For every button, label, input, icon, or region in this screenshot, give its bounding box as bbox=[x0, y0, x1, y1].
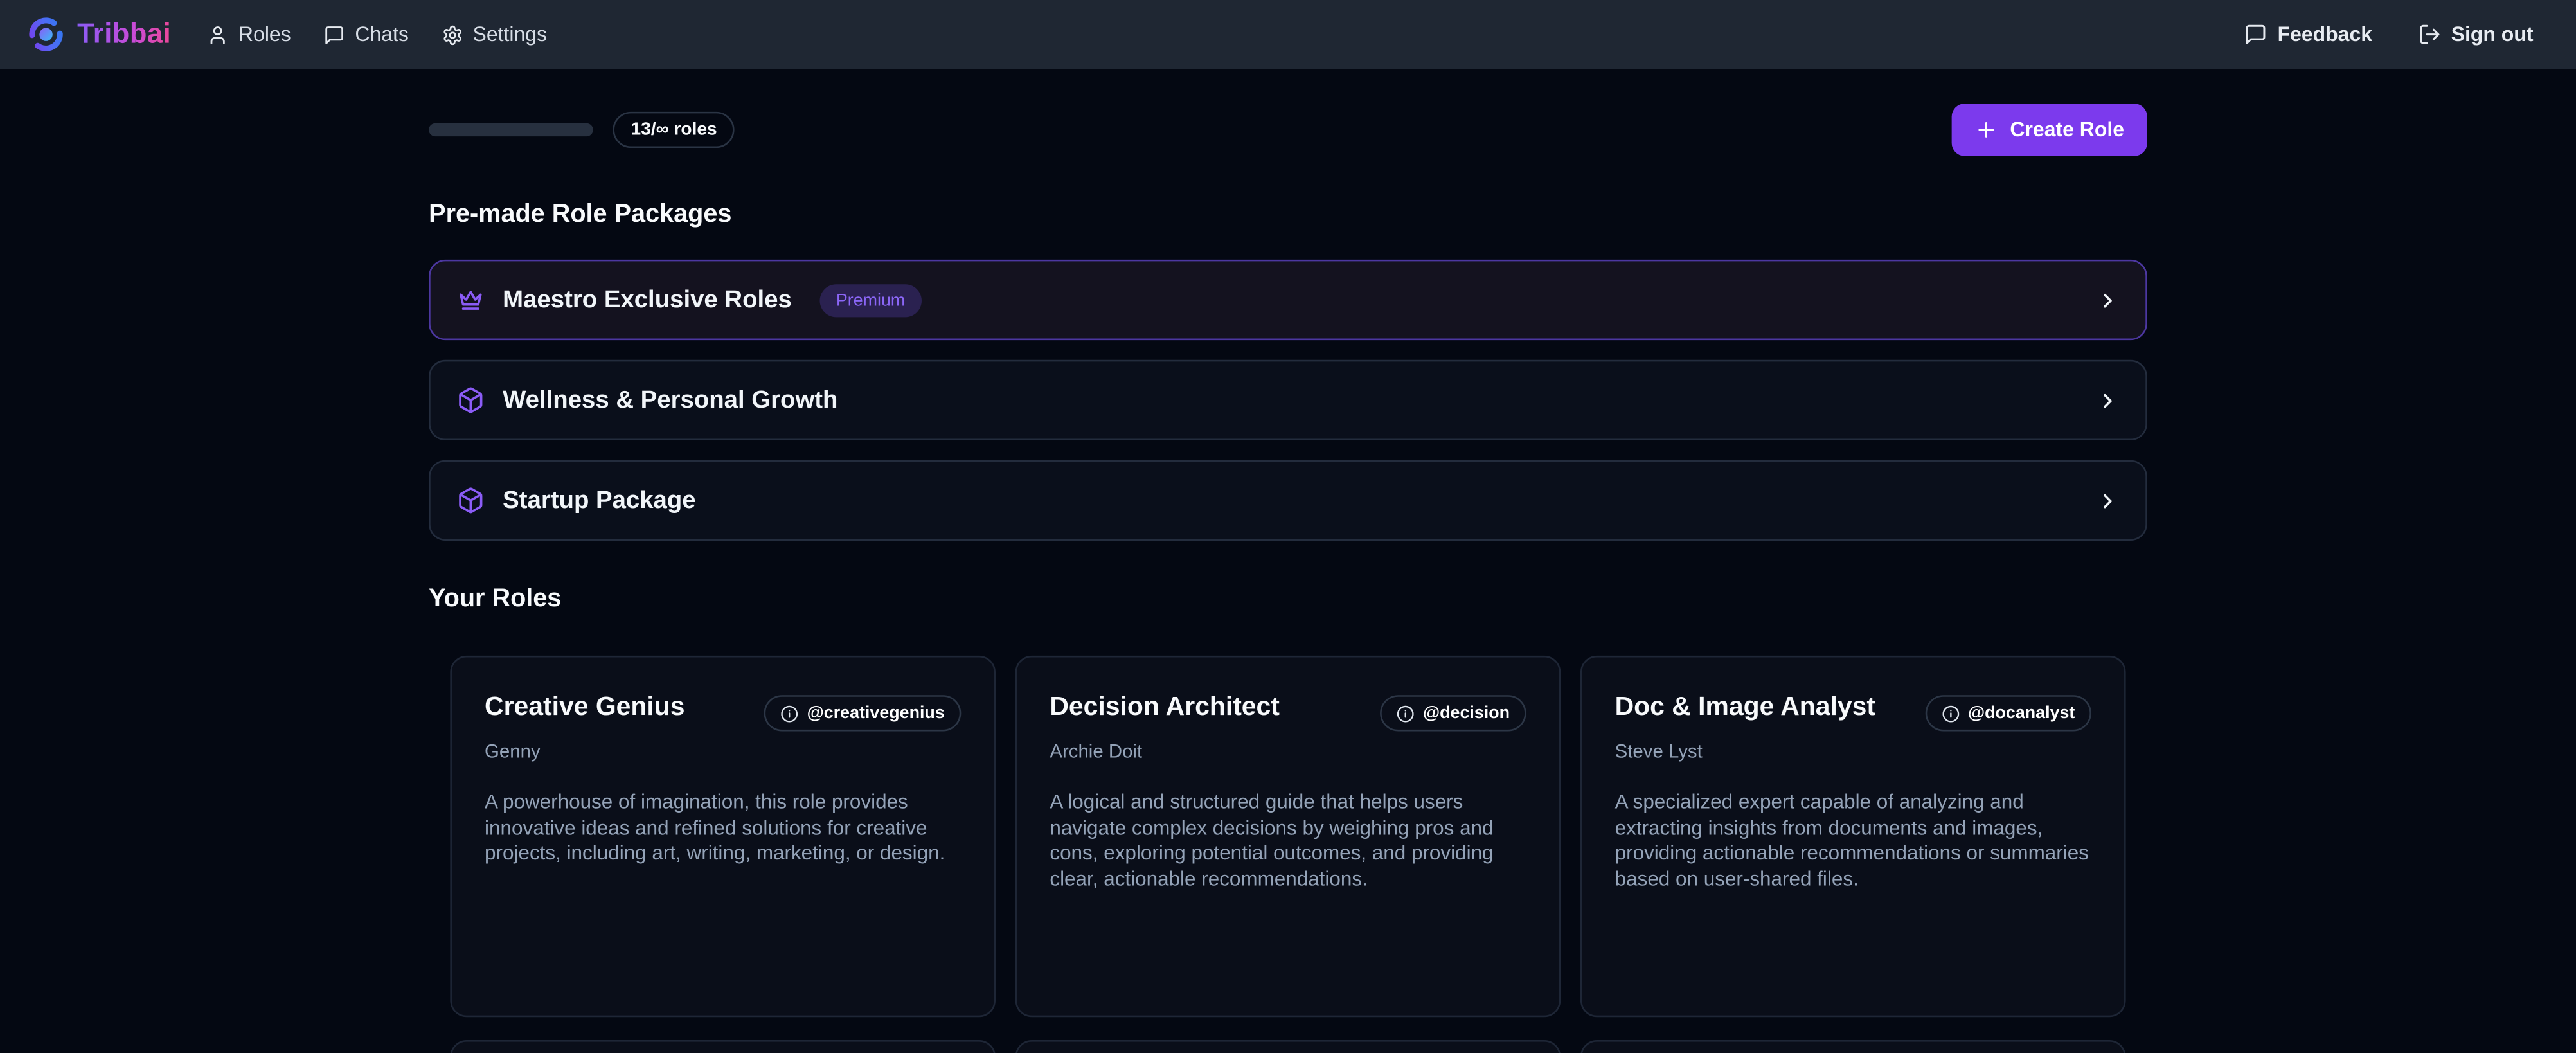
create-role-button[interactable]: Create Role bbox=[1951, 104, 2147, 156]
package-card-wellness[interactable]: Wellness & Personal Growth bbox=[429, 360, 2147, 440]
feedback-label: Feedback bbox=[2278, 23, 2372, 46]
role-card-partial[interactable] bbox=[450, 1040, 996, 1053]
main-nav: Roles Chats Settings bbox=[207, 23, 547, 46]
nav-chats-label: Chats bbox=[355, 23, 408, 46]
roles-toolbar: 13/∞ roles Create Role bbox=[429, 104, 2147, 156]
role-card-creative-genius[interactable]: Creative Genius @creativegenius Genny A … bbox=[450, 656, 996, 1017]
package-name: Maestro Exclusive Roles bbox=[503, 286, 792, 314]
role-card-partial[interactable] bbox=[1580, 1040, 2126, 1053]
chat-bubble-icon bbox=[324, 24, 345, 45]
role-card-doc-image-analyst[interactable]: Doc & Image Analyst @docanalyst Steve Ly… bbox=[1580, 656, 2126, 1017]
crown-icon bbox=[457, 286, 485, 314]
role-description: A powerhouse of imagination, this role p… bbox=[485, 790, 961, 867]
nav-settings-label: Settings bbox=[473, 23, 547, 46]
role-handle-badge[interactable]: @docanalyst bbox=[1926, 695, 2091, 731]
app-root: Tribbai Roles Chats bbox=[0, 0, 2576, 1053]
plus-icon bbox=[1974, 118, 1997, 141]
nav-settings[interactable]: Settings bbox=[442, 23, 547, 46]
sign-out-label: Sign out bbox=[2451, 23, 2534, 46]
package-card-startup[interactable]: Startup Package bbox=[429, 460, 2147, 541]
chevron-right-icon bbox=[2097, 389, 2120, 412]
main-content: 13/∞ roles Create Role Pre-made Role Pac… bbox=[0, 69, 2576, 1053]
top-nav: Tribbai Roles Chats bbox=[0, 0, 2576, 69]
role-description: A specialized expert capable of analyzin… bbox=[1615, 790, 2091, 892]
role-title: Doc & Image Analyst bbox=[1615, 694, 1875, 723]
info-icon bbox=[1397, 704, 1415, 722]
role-title: Creative Genius bbox=[485, 694, 684, 723]
nav-roles-label: Roles bbox=[238, 23, 291, 46]
info-icon bbox=[1942, 704, 1960, 722]
premium-badge: Premium bbox=[819, 284, 922, 316]
package-list: Maestro Exclusive Roles Premium bbox=[429, 260, 2147, 541]
role-description: A logical and structured guide that help… bbox=[1050, 790, 1526, 892]
gear-icon bbox=[442, 24, 463, 45]
role-subtitle: Archie Doit bbox=[1050, 742, 1526, 762]
info-icon bbox=[781, 704, 799, 722]
package-card-maestro[interactable]: Maestro Exclusive Roles Premium bbox=[429, 260, 2147, 340]
roles-count-badge: 13/∞ roles bbox=[613, 112, 735, 148]
package-name: Wellness & Personal Growth bbox=[503, 386, 837, 414]
chevron-right-icon bbox=[2097, 489, 2120, 512]
brand[interactable]: Tribbai bbox=[26, 15, 171, 54]
role-card-partial[interactable] bbox=[1015, 1040, 1561, 1053]
role-card-decision-architect[interactable]: Decision Architect @decision Archie Doit… bbox=[1015, 656, 1561, 1017]
package-name: Startup Package bbox=[503, 487, 695, 514]
package-icon bbox=[457, 487, 485, 514]
role-handle: @decision bbox=[1423, 703, 1510, 723]
packages-section-title: Pre-made Role Packages bbox=[429, 201, 2147, 230]
feedback-bubble-icon bbox=[2244, 23, 2267, 46]
tribbai-logo-icon bbox=[26, 15, 66, 54]
chevron-right-icon bbox=[2097, 289, 2120, 312]
user-icon bbox=[207, 24, 228, 45]
brand-name: Tribbai bbox=[77, 18, 171, 51]
role-subtitle: Steve Lyst bbox=[1615, 742, 2091, 762]
create-role-label: Create Role bbox=[2010, 118, 2124, 141]
role-handle: @creativegenius bbox=[807, 703, 945, 723]
role-handle-badge[interactable]: @creativegenius bbox=[764, 695, 961, 731]
top-nav-actions: Feedback Sign out bbox=[2244, 23, 2550, 46]
feedback-button[interactable]: Feedback bbox=[2244, 23, 2372, 46]
role-subtitle: Genny bbox=[485, 742, 961, 762]
nav-roles[interactable]: Roles bbox=[207, 23, 291, 46]
role-title: Decision Architect bbox=[1050, 694, 1280, 723]
your-roles-section-title: Your Roles bbox=[429, 585, 2147, 615]
roles-grid: Creative Genius @creativegenius Genny A … bbox=[429, 656, 2147, 1053]
role-handle: @docanalyst bbox=[1968, 703, 2075, 723]
sign-out-button[interactable]: Sign out bbox=[2419, 23, 2534, 46]
nav-chats[interactable]: Chats bbox=[324, 23, 409, 46]
roles-progress-bar bbox=[429, 123, 593, 136]
sign-out-icon bbox=[2419, 23, 2442, 46]
package-icon bbox=[457, 386, 485, 414]
role-handle-badge[interactable]: @decision bbox=[1381, 695, 1526, 731]
